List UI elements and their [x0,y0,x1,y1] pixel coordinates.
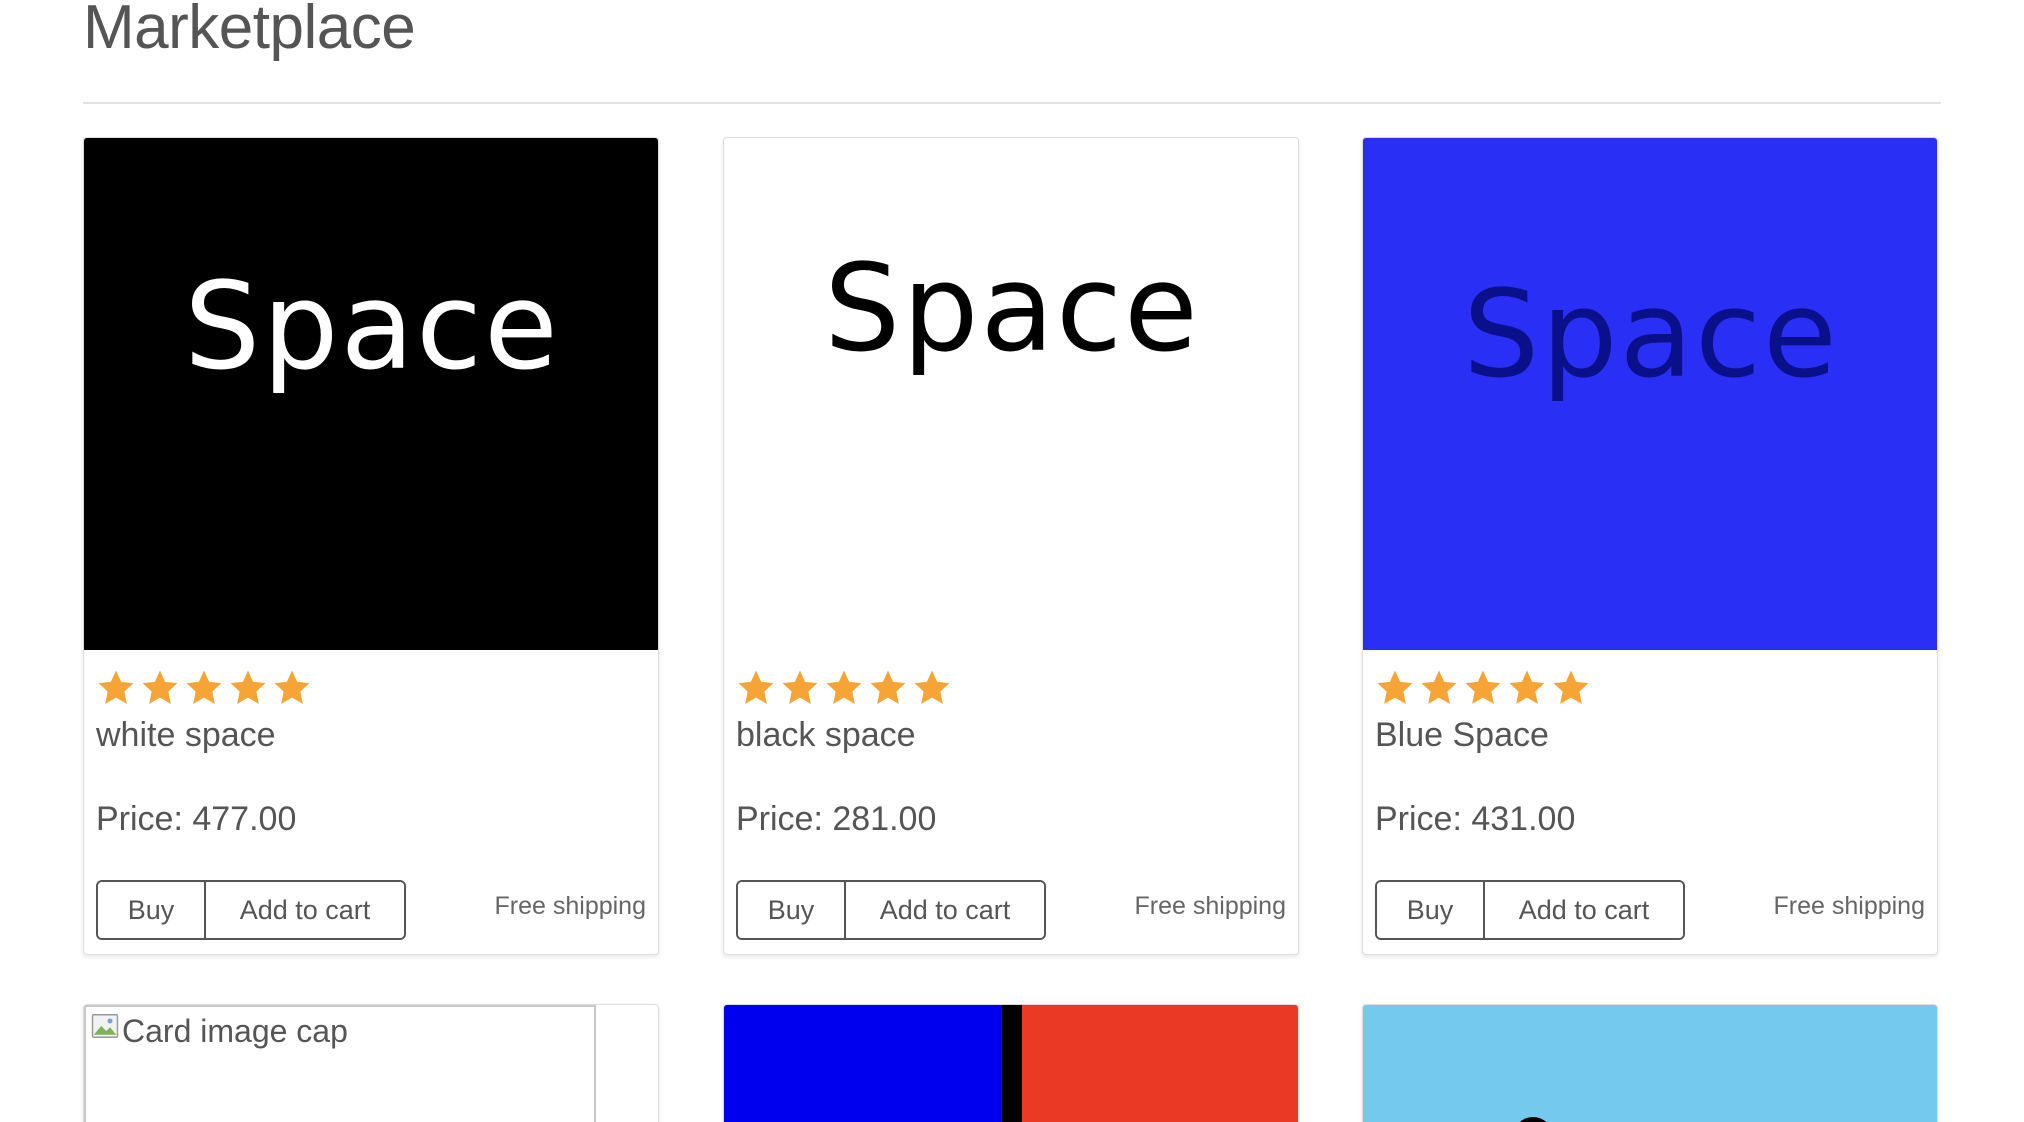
shipping-note: Free shipping [1773,892,1925,920]
star-icon [914,670,950,704]
star-icon [738,670,774,704]
shipping-note: Free shipping [494,892,646,920]
product-image-text: Space [824,240,1200,379]
image-blue-panel [724,1005,1002,1122]
star-icon [1377,670,1413,704]
broken-image-icon [91,1014,119,1038]
star-icon [826,670,862,704]
product-image[interactable]: Space [1363,138,1937,650]
star-rating [736,668,952,712]
image-shape [1513,1117,1553,1122]
image-alt-text: Card image cap [122,1013,348,1049]
product-price: Price: 431.00 [1375,800,1576,838]
product-price: Price: 281.00 [736,800,937,838]
product-image-text: Space [184,258,560,397]
product-card: Space black space Price: 281.00 Buy Add … [723,137,1299,955]
product-price: Price: 477.00 [96,800,297,838]
product-image-text: Space [1463,266,1839,405]
image-divider-bar [1002,1005,1022,1122]
star-icon [870,670,906,704]
star-icon [1421,670,1457,704]
product-name: Blue Space [1375,716,1549,754]
product-name: white space [96,716,276,754]
star-icon [274,670,310,704]
star-icon [142,670,178,704]
star-icon [1509,670,1545,704]
product-image[interactable]: Space [84,138,658,650]
product-actions: Buy Add to cart [1375,880,1685,940]
star-icon [782,670,818,704]
add-to-cart-button[interactable]: Add to cart [206,882,404,938]
star-icon [1553,670,1589,704]
add-to-cart-button[interactable]: Add to cart [846,882,1044,938]
add-to-cart-button[interactable]: Add to cart [1485,882,1683,938]
star-rating [1375,668,1591,712]
product-card: Card image cap [83,1004,659,1122]
product-card: Space white space Price: 477.00 Buy Add … [83,137,659,955]
product-name: black space [736,716,916,754]
page-title: Marketplace [83,0,416,62]
product-actions: Buy Add to cart [736,880,1046,940]
product-image[interactable]: Space [724,138,1298,650]
title-divider [83,102,1941,104]
star-icon [230,670,266,704]
product-image[interactable]: Card image cap [84,1005,596,1122]
product-card [1362,1004,1938,1122]
marketplace-page: Marketplace Space white space Price: 477… [0,0,2024,1122]
buy-button[interactable]: Buy [1377,882,1485,938]
star-icon [98,670,134,704]
buy-button[interactable]: Buy [98,882,206,938]
product-actions: Buy Add to cart [96,880,406,940]
star-icon [1465,670,1501,704]
product-card [723,1004,1299,1122]
image-red-panel [1022,1005,1298,1122]
shipping-note: Free shipping [1134,892,1286,920]
star-rating [96,668,312,712]
product-image[interactable] [724,1005,1298,1122]
star-icon [186,670,222,704]
buy-button[interactable]: Buy [738,882,846,938]
product-card: Space Blue Space Price: 431.00 Buy Add t… [1362,137,1938,955]
product-image[interactable] [1363,1005,1937,1122]
